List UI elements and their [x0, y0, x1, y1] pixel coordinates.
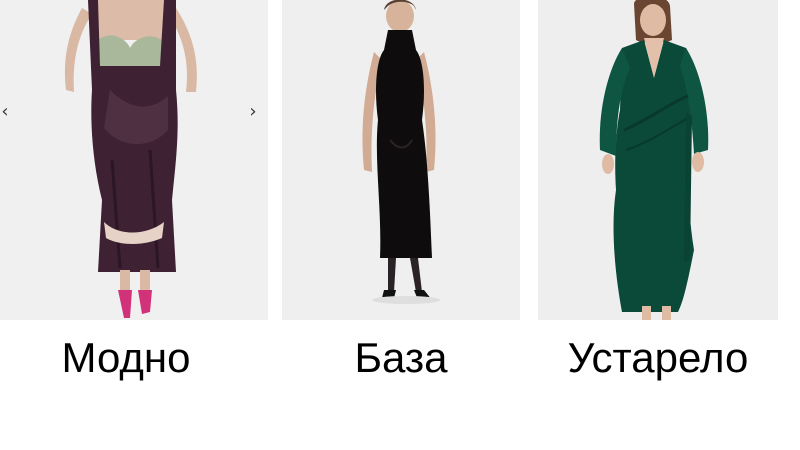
product-photo-basic[interactable] [282, 0, 520, 320]
caption-fashionable: Модно [61, 334, 191, 381]
product-photo-outdated[interactable] [538, 0, 778, 320]
photo-model-black-dress [282, 0, 520, 320]
photo-model-purple-dress [0, 0, 268, 320]
caption-outdated: Устарело [567, 334, 749, 381]
photo-model-green-dress [538, 0, 778, 320]
chevron-left-icon[interactable]: ‹ [0, 100, 12, 124]
caption-basic: База [354, 334, 448, 381]
chevron-right-icon[interactable]: › [246, 100, 260, 124]
product-photo-fashionable[interactable]: ‹ › [0, 0, 268, 320]
